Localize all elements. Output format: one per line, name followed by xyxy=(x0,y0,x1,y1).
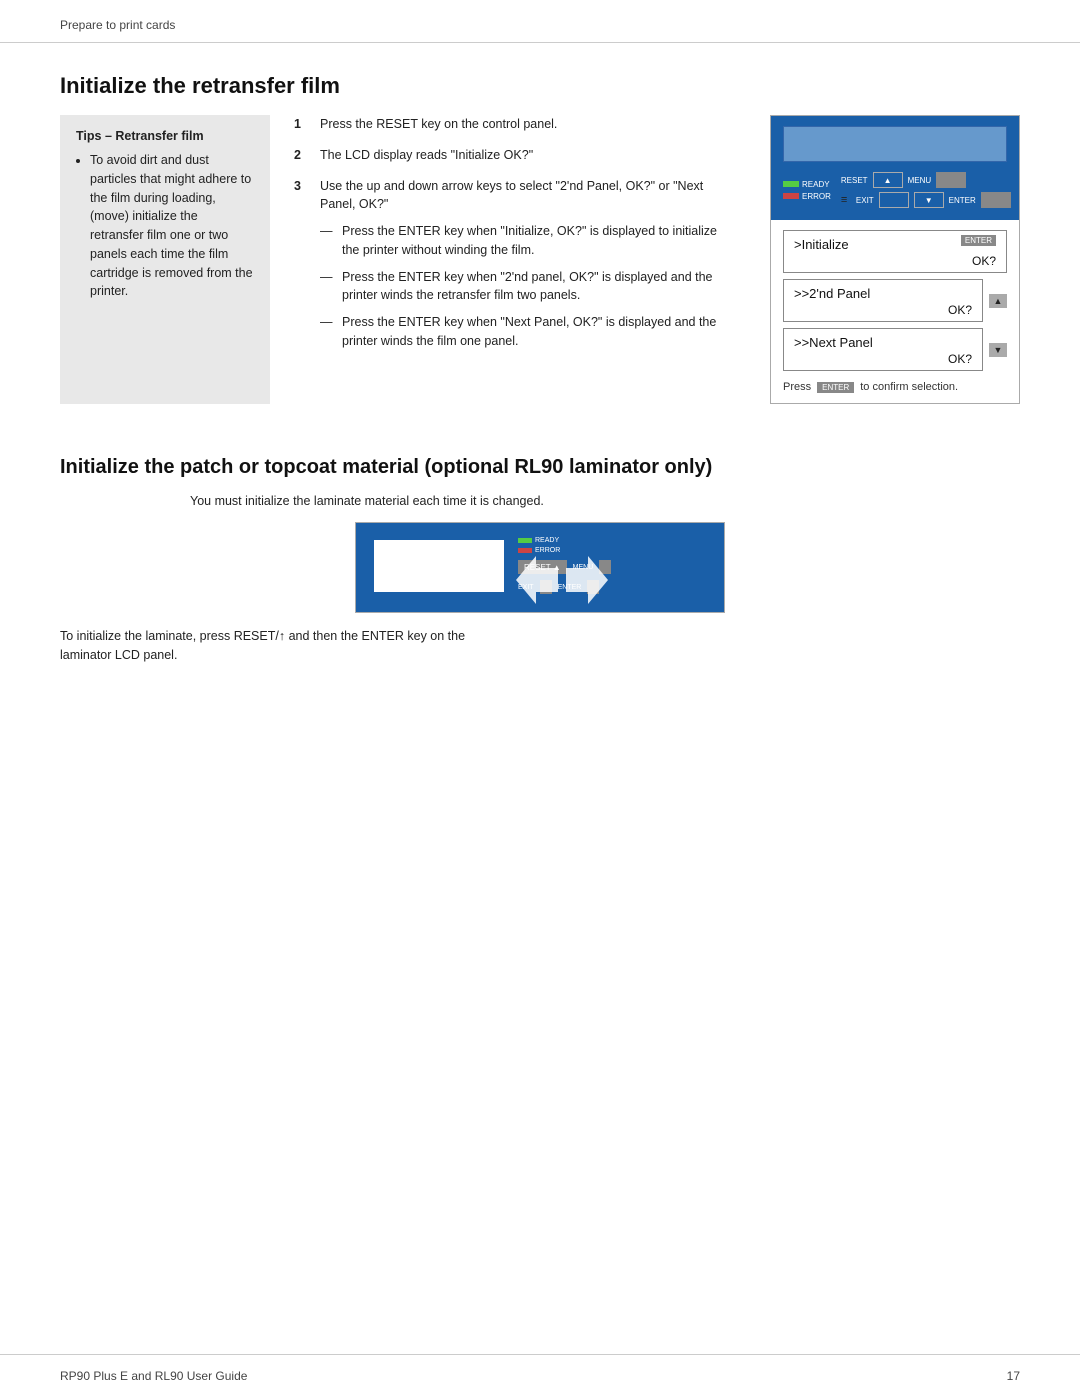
step-num-1: 1 xyxy=(294,115,314,134)
section1-title: Initialize the retransfer film xyxy=(60,73,1020,99)
menu-option-2nd-panel: >>2'nd Panel OK? xyxy=(783,279,983,322)
section2-caption: To initialize the laminate, press RESET/… xyxy=(60,627,1020,665)
page-footer: RP90 Plus E and RL90 User Guide 17 xyxy=(0,1354,1080,1397)
laminator-diagram-wrap: READY ERROR RESET ▲ xyxy=(60,522,1020,613)
section2-body: You must initialize the laminate materia… xyxy=(60,494,1020,665)
menu-options: ENTER >Initialize OK? >>2'nd Panel OK? ▲ xyxy=(771,220,1019,403)
ctrl-top-row: RESET ▲ MENU xyxy=(841,172,1011,188)
reset-label: RESET xyxy=(841,176,868,185)
lam-indicators: READY ERROR xyxy=(518,537,706,554)
substep-text-1: Press the ENTER key when "Initialize, OK… xyxy=(342,222,736,260)
page-header: Prepare to print cards xyxy=(0,0,1080,43)
lam-error-label: ERROR xyxy=(535,547,560,554)
ctrl-btn-section: RESET ▲ MENU ≡ EXIT ▼ xyxy=(841,172,1011,208)
lam-lcd xyxy=(374,540,504,592)
section2-intro: You must initialize the laminate materia… xyxy=(190,494,1020,508)
menu-label: MENU xyxy=(908,176,932,185)
step-1: 1 Press the RESET key on the control pan… xyxy=(294,115,736,134)
ready-indicator: READY xyxy=(783,180,831,189)
substep-3: — Press the ENTER key when "Next Panel, … xyxy=(320,313,736,351)
down-arrows: ▼ xyxy=(989,343,1007,357)
ready-label: READY xyxy=(802,180,830,189)
exit-label: EXIT xyxy=(856,196,874,205)
section2-title: Initialize the patch or topcoat material… xyxy=(60,454,1020,480)
down-arrow-btn: ▼ xyxy=(989,343,1007,357)
2nd-panel-label: >>2'nd Panel xyxy=(794,286,972,301)
steps-column: 1 Press the RESET key on the control pan… xyxy=(294,115,746,404)
step-text-3: Use the up and down arrow keys to select… xyxy=(320,177,736,351)
confirm-press-text: Press xyxy=(783,381,811,393)
up-down-arrows: ▲ xyxy=(989,294,1007,308)
menu-option-initialize: ENTER >Initialize OK? xyxy=(783,230,1007,273)
ctrl-buttons-row: READY ERROR RESET ▲ xyxy=(783,172,1007,208)
confirm-enter-badge: ENTER xyxy=(817,382,854,393)
lam-error-led xyxy=(518,548,532,553)
substep-text-2: Press the ENTER key when "2'nd panel, OK… xyxy=(342,268,736,306)
ctrl-lcd-screen xyxy=(783,126,1007,162)
reset-up-btn: ▲ xyxy=(873,172,903,188)
tips-box: Tips – Retransfer film To avoid dirt and… xyxy=(60,115,270,404)
exit-btn xyxy=(879,192,909,208)
footer-left: RP90 Plus E and RL90 User Guide xyxy=(60,1369,247,1383)
down-btn: ▼ xyxy=(914,192,944,208)
substep-2: — Press the ENTER key when "2'nd panel, … xyxy=(320,268,736,306)
arrow-overlays xyxy=(516,556,608,604)
lam-error-indicator: ERROR xyxy=(518,547,706,554)
error-indicator: ERROR xyxy=(783,192,831,201)
lam-panel: READY ERROR RESET ▲ xyxy=(356,523,724,612)
substep-1: — Press the ENTER key when "Initialize, … xyxy=(320,222,736,260)
main-content: Initialize the retransfer film Tips – Re… xyxy=(0,43,1080,1354)
step-text-1: Press the RESET key on the control panel… xyxy=(320,115,736,134)
enter-label: ENTER xyxy=(949,196,976,205)
lam-ready-label: READY xyxy=(535,537,559,544)
error-label: ERROR xyxy=(802,192,831,201)
ctrl-indicators: READY ERROR xyxy=(783,180,831,201)
left-arrow-icon xyxy=(516,556,558,604)
menu-btn xyxy=(936,172,966,188)
step-text-2: The LCD display reads "Initialize OK?" xyxy=(320,146,736,165)
ctrl-bottom-row: ≡ EXIT ▼ ENTER xyxy=(841,192,1011,208)
section1: Initialize the retransfer film Tips – Re… xyxy=(60,73,1020,404)
step-num-2: 2 xyxy=(294,146,314,165)
confirm-suffix-text: to confirm selection. xyxy=(860,381,958,393)
page-number: 17 xyxy=(1007,1369,1020,1383)
lam-ready-led xyxy=(518,538,532,543)
right-arrow-icon xyxy=(566,556,608,604)
up-arrow-btn: ▲ xyxy=(989,294,1007,308)
enter-btn xyxy=(981,192,1011,208)
tips-list: To avoid dirt and dust particles that mi… xyxy=(76,151,254,301)
option2-row: >>2'nd Panel OK? ▲ xyxy=(783,279,1007,322)
tips-item: To avoid dirt and dust particles that mi… xyxy=(90,151,254,301)
next-panel-ok: OK? xyxy=(794,352,972,366)
step-2: 2 The LCD display reads "Initialize OK?" xyxy=(294,146,736,165)
menu-option-next-panel: >>Next Panel OK? xyxy=(783,328,983,371)
lam-ready-indicator: READY xyxy=(518,537,706,544)
panel-diagram: READY ERROR RESET ▲ xyxy=(770,115,1020,404)
ctrl-panel-illustration: READY ERROR RESET ▲ xyxy=(771,116,1019,220)
error-led xyxy=(783,193,799,199)
option3-row: >>Next Panel OK? ▼ xyxy=(783,328,1007,371)
breadcrumb: Prepare to print cards xyxy=(60,18,175,32)
laminator-diagram: READY ERROR RESET ▲ xyxy=(355,522,725,613)
section2: Initialize the patch or topcoat material… xyxy=(60,454,1020,665)
initialize-ok: OK? xyxy=(794,254,996,268)
section1-body: Tips – Retransfer film To avoid dirt and… xyxy=(60,115,1020,404)
next-panel-label: >>Next Panel xyxy=(794,335,972,350)
substep-text-3: Press the ENTER key when "Next Panel, OK… xyxy=(342,313,736,351)
2nd-panel-ok: OK? xyxy=(794,303,972,317)
confirm-row: Press ENTER to confirm selection. xyxy=(783,381,1007,393)
step-3: 3 Use the up and down arrow keys to sele… xyxy=(294,177,736,351)
enter-badge-1: ENTER xyxy=(961,235,996,246)
ready-led xyxy=(783,181,799,187)
step-num-3: 3 xyxy=(294,177,314,351)
tips-heading: Tips – Retransfer film xyxy=(76,129,254,143)
